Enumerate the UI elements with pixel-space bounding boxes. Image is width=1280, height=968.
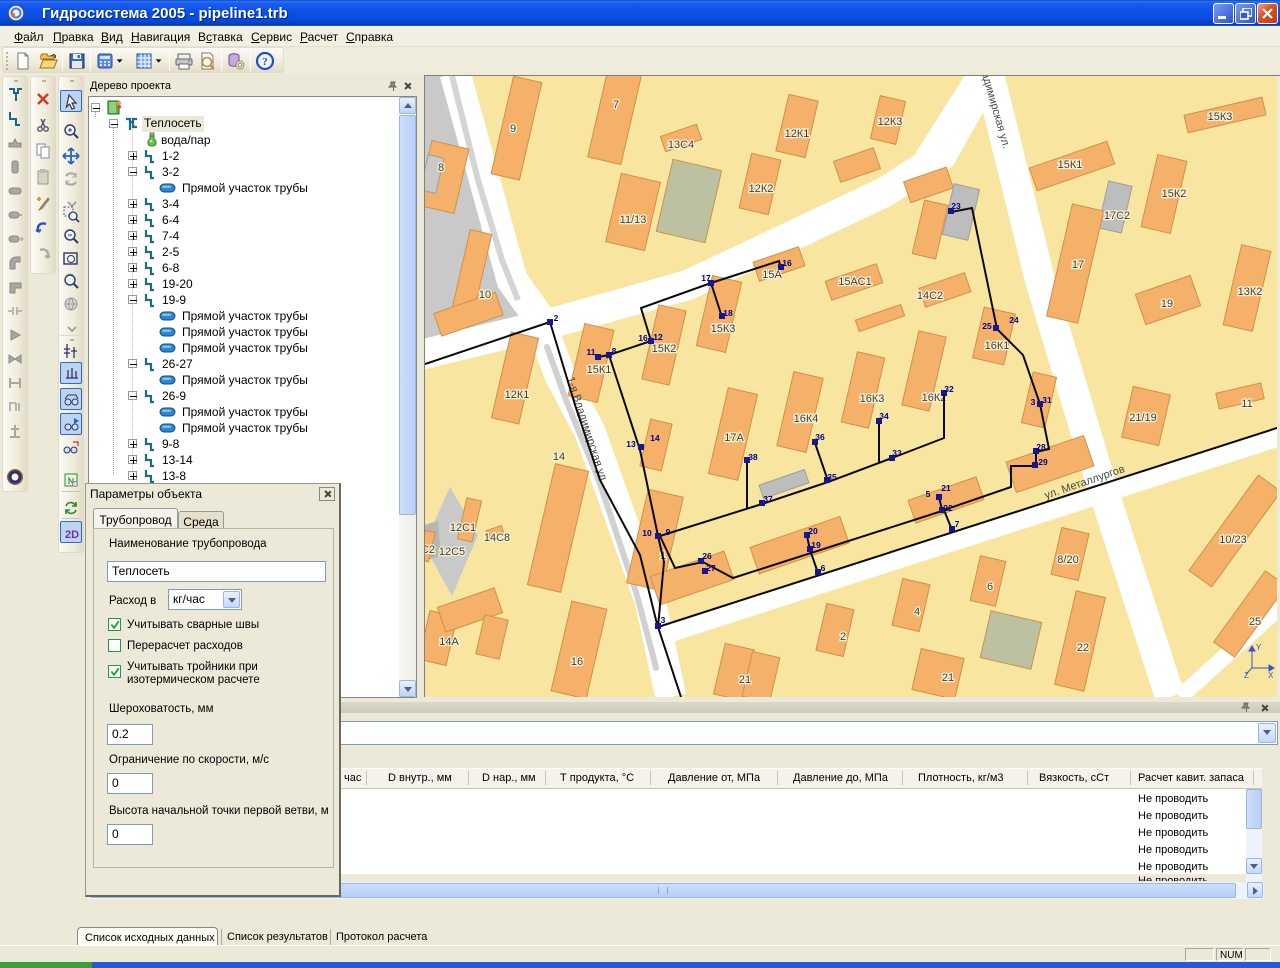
svg-text:19: 19 xyxy=(811,540,821,550)
svg-text:7: 7 xyxy=(613,99,619,111)
svg-text:Y: Y xyxy=(1256,643,1262,652)
svg-text:22: 22 xyxy=(1077,642,1089,654)
svg-text:2: 2 xyxy=(554,313,559,323)
svg-text:15К2: 15К2 xyxy=(1162,188,1187,200)
svg-text:X: X xyxy=(1268,671,1274,680)
svg-text:25: 25 xyxy=(982,321,992,331)
svg-text:15К3: 15К3 xyxy=(1208,111,1233,123)
svg-text:12К3: 12К3 xyxy=(878,116,903,128)
svg-text:27: 27 xyxy=(706,563,716,573)
svg-text:3: 3 xyxy=(661,615,666,625)
svg-text:10: 10 xyxy=(479,289,491,301)
svg-text:15К3: 15К3 xyxy=(711,323,736,335)
svg-text:35: 35 xyxy=(827,472,837,482)
svg-text:15К2: 15К2 xyxy=(652,343,677,355)
svg-text:16К1: 16К1 xyxy=(985,340,1010,352)
svg-text:14: 14 xyxy=(553,451,565,463)
svg-text:4: 4 xyxy=(914,606,920,618)
svg-text:13К2: 13К2 xyxy=(1238,286,1263,298)
svg-text:3: 3 xyxy=(1031,397,1036,407)
svg-text:2D: 2D xyxy=(65,529,79,541)
svg-text:8: 8 xyxy=(438,162,444,174)
svg-text:19: 19 xyxy=(1161,298,1173,310)
svg-text:21: 21 xyxy=(739,674,751,686)
svg-text:32: 32 xyxy=(944,384,954,394)
svg-text:15К1: 15К1 xyxy=(1058,159,1083,171)
svg-text:21: 21 xyxy=(941,483,951,493)
svg-text:13С4: 13С4 xyxy=(668,139,694,151)
svg-text:8/20: 8/20 xyxy=(1057,554,1078,566)
svg-text:20: 20 xyxy=(808,526,818,536)
svg-text:14С8: 14С8 xyxy=(484,532,510,544)
svg-text:28: 28 xyxy=(1036,442,1046,452)
svg-text:15К1: 15К1 xyxy=(587,364,612,376)
svg-text:14С2: 14С2 xyxy=(917,290,943,302)
svg-text:9: 9 xyxy=(666,527,671,537)
svg-text:16: 16 xyxy=(571,656,583,668)
svg-text:С2: С2 xyxy=(425,544,435,556)
svg-text:10/23: 10/23 xyxy=(1219,534,1247,546)
svg-text:?: ? xyxy=(262,56,268,68)
svg-text:10: 10 xyxy=(642,528,652,538)
svg-text:24: 24 xyxy=(1009,315,1019,325)
svg-text:26: 26 xyxy=(702,551,712,561)
svg-text:16: 16 xyxy=(638,333,648,343)
svg-text:12С1: 12С1 xyxy=(450,522,476,534)
svg-text:2: 2 xyxy=(840,631,846,643)
svg-text:34: 34 xyxy=(879,411,889,421)
svg-text:12С5: 12С5 xyxy=(439,546,465,558)
svg-text:17: 17 xyxy=(1072,259,1084,271)
svg-text:15АС1: 15АС1 xyxy=(838,276,871,288)
svg-text:14: 14 xyxy=(650,433,660,443)
svg-text:13: 13 xyxy=(626,439,636,449)
svg-text:17С2: 17С2 xyxy=(1104,210,1130,222)
svg-text:9: 9 xyxy=(510,123,516,135)
svg-text:18: 18 xyxy=(723,308,733,318)
svg-text:5: 5 xyxy=(926,489,931,499)
svg-text:37: 37 xyxy=(763,494,773,504)
svg-text:22: 22 xyxy=(943,503,953,513)
svg-text:16К4: 16К4 xyxy=(794,413,819,425)
svg-text:11: 11 xyxy=(1241,398,1252,410)
svg-text:11: 11 xyxy=(587,347,596,357)
svg-text:14А: 14А xyxy=(439,636,459,648)
svg-text:21/19: 21/19 xyxy=(1129,412,1157,424)
svg-text:17: 17 xyxy=(701,273,711,283)
svg-text:6: 6 xyxy=(987,581,993,593)
svg-text:12К1: 12К1 xyxy=(785,128,810,140)
svg-text:12: 12 xyxy=(653,332,663,342)
svg-text:6: 6 xyxy=(821,563,826,573)
svg-text:21: 21 xyxy=(942,672,954,684)
svg-text:11/13: 11/13 xyxy=(620,214,647,226)
svg-text:7: 7 xyxy=(955,519,960,529)
svg-text:16: 16 xyxy=(782,258,792,268)
svg-text:38: 38 xyxy=(748,452,758,462)
svg-text:23: 23 xyxy=(951,201,961,211)
svg-text:17А: 17А xyxy=(724,432,744,444)
svg-text:25: 25 xyxy=(1249,616,1261,628)
svg-text:12К2: 12К2 xyxy=(749,183,774,195)
svg-text:8: 8 xyxy=(612,346,617,356)
svg-text:36: 36 xyxy=(815,432,825,442)
svg-text:33: 33 xyxy=(892,448,902,458)
svg-text:12К1: 12К1 xyxy=(505,389,530,401)
svg-text:31: 31 xyxy=(1042,395,1052,405)
svg-text:29: 29 xyxy=(1038,457,1048,467)
svg-text:Z: Z xyxy=(1244,671,1249,680)
svg-text:15А: 15А xyxy=(762,269,782,281)
svg-text:16К3: 16К3 xyxy=(860,393,885,405)
